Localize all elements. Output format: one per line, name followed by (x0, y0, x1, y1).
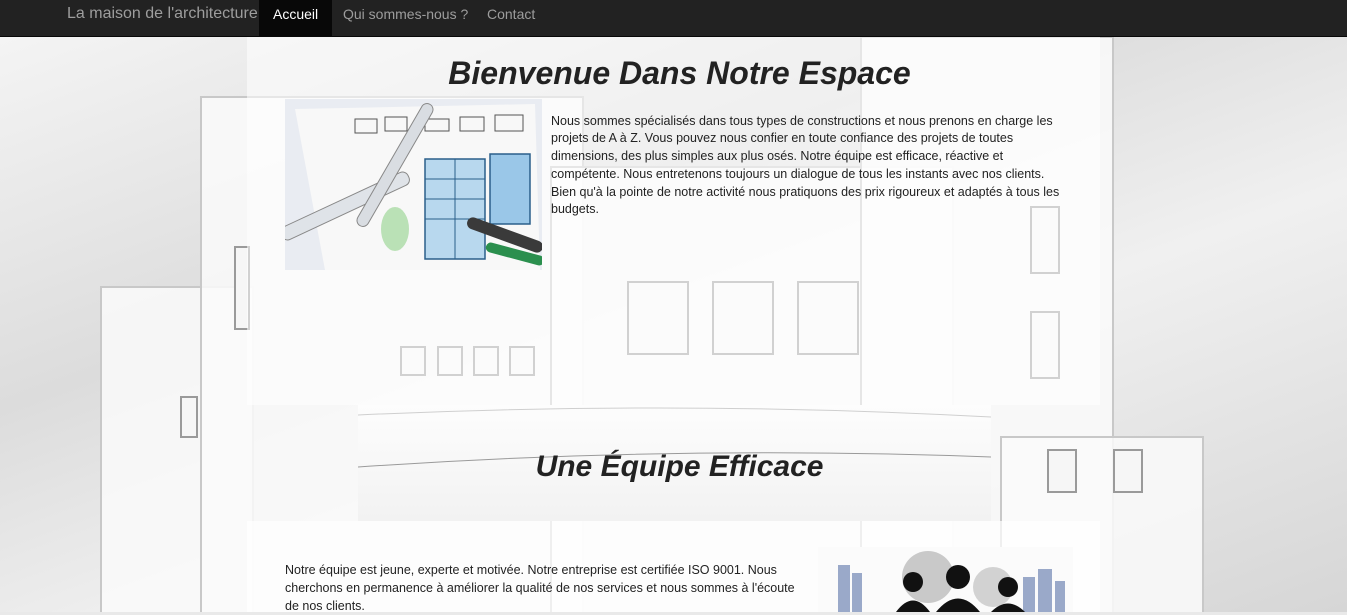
nav-item-contact[interactable]: Contact (473, 0, 549, 36)
welcome-paragraph: Nous sommes spécialisés dans tous types … (551, 113, 1060, 217)
nav-item-qui-sommes-nous[interactable]: Qui sommes-nous ? (329, 0, 482, 36)
bg-window (1113, 449, 1143, 493)
bg-window (180, 396, 198, 438)
nav-item-accueil[interactable]: Accueil (259, 0, 333, 36)
brand-link[interactable]: La maison de l'architecture (67, 0, 258, 36)
team-paragraph: Notre équipe est jeune, experte et motiv… (285, 562, 795, 613)
architect-sketch-image (285, 99, 542, 270)
bg-window (1047, 449, 1077, 493)
welcome-title: Bienvenue Dans Notre Espace (448, 55, 911, 91)
top-navbar: La maison de l'architecture Accueil Qui … (0, 0, 1347, 37)
team-silhouettes-image (818, 547, 1073, 612)
team-title: Une Équipe Efficace (535, 450, 824, 483)
